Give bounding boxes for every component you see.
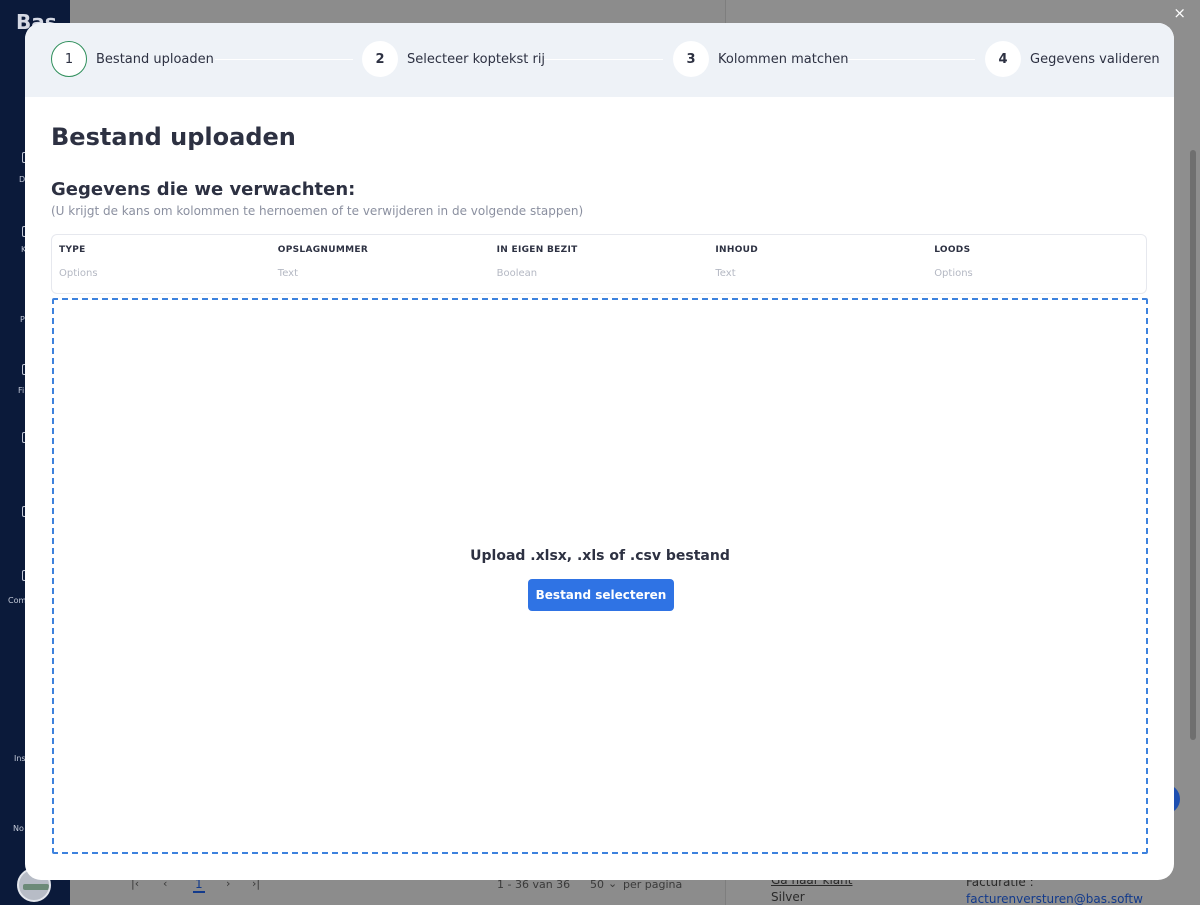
upload-instructions: Upload .xlsx, .xls of .csv bestand [470,548,730,564]
client-tier: Silver [771,890,805,904]
sidebar-label-fi: Fi [18,386,25,395]
column-type: TYPE Options [52,235,271,293]
modal-content: Bestand uploaden Gegevens die we verwach… [51,97,1148,880]
step-connector [215,59,353,60]
step-number: 2 [362,41,398,77]
stepper: 1 Bestand uploaden 2 Selecteer koptekst … [25,23,1174,97]
step-label: Bestand uploaden [96,51,214,67]
expected-columns-table: TYPE Options OPSLAGNUMMER Text IN EIGEN … [51,234,1147,294]
column-header: LOODS [934,245,971,255]
expected-subtitle: (U krijgt de kans om kolommen te hernoem… [51,204,584,218]
column-opslagnummer: OPSLAGNUMMER Text [271,235,490,293]
column-header: OPSLAGNUMMER [277,245,369,255]
billing-email: facturenversturen@bas.softw [966,892,1143,905]
column-datatype: Options [59,268,98,279]
step-4[interactable]: 4 Gegevens valideren [985,41,1160,77]
page-title: Bestand uploaden [51,123,296,151]
column-header: INHOUD [715,245,759,255]
step-label: Gegevens valideren [1030,51,1160,67]
sidebar-label-no: No [13,824,24,833]
step-number: 4 [985,41,1021,77]
column-header: IN EIGEN BEZIT [496,245,578,255]
expected-title: Gegevens die we verwachten: [51,179,356,200]
column-inhoud: INHOUD Text [708,235,927,293]
step-label: Selecteer koptekst rij [407,51,546,67]
file-dropzone[interactable]: Upload .xlsx, .xls of .csv bestand Besta… [52,298,1148,854]
step-connector [848,59,975,60]
step-number: 3 [673,41,709,77]
column-in-eigen-bezit: IN EIGEN BEZIT Boolean [490,235,709,293]
step-3[interactable]: 3 Kolommen matchen [673,41,848,77]
column-datatype: Text [277,268,299,279]
sidebar-label-ins: Ins [14,754,26,763]
column-datatype: Text [715,268,736,279]
step-label: Kolommen matchen [718,51,849,67]
select-file-button[interactable]: Bestand selecteren [528,579,674,611]
column-datatype: Boolean [496,268,538,279]
column-header: TYPE [59,245,86,255]
sidebar-label-com: Com [8,596,27,605]
step-1[interactable]: 1 Bestand uploaden [51,41,214,77]
step-2[interactable]: 2 Selecteer koptekst rij [362,41,545,77]
column-datatype: Options [934,268,973,279]
import-modal: 1 Bestand uploaden 2 Selecteer koptekst … [25,23,1174,880]
step-connector [544,59,663,60]
close-icon[interactable]: × [1173,4,1186,22]
background-scrollbar [1190,150,1196,740]
column-loods: LOODS Options [927,235,1146,293]
step-number: 1 [51,41,87,77]
